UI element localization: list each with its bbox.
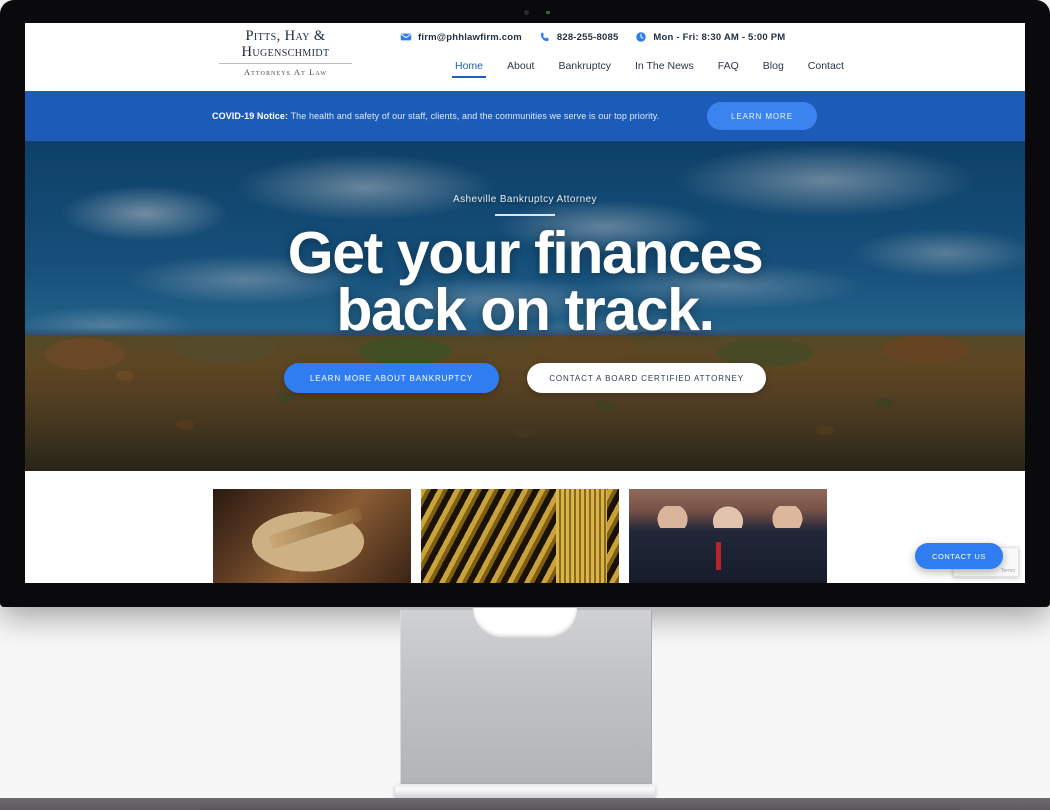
hero-headline: Get your finances back on track.	[287, 220, 764, 343]
monitor-stand-notch	[473, 608, 577, 638]
nav-item-home[interactable]: Home	[451, 60, 487, 78]
hero-contact-attorney-button[interactable]: CONTACT A BOARD CERTIFIED ATTORNEY	[527, 363, 767, 393]
logo-tagline: Attorneys At Law	[243, 67, 328, 77]
nav-item-about[interactable]: About	[507, 60, 534, 78]
site-header: Pitts, Hay & Hugenschmidt Attorneys At L…	[25, 23, 1025, 91]
hours-item: Mon - Fri: 8:30 AM - 5:00 PM	[635, 31, 785, 43]
hero-learn-more-bankruptcy-button[interactable]: LEARN MORE ABOUT BANKRUPTCY	[283, 363, 500, 393]
covid-notice-message: The health and safety of our staff, clie…	[288, 111, 660, 121]
envelope-icon	[400, 31, 412, 43]
recaptcha-terms-link[interactable]: Terms	[1001, 568, 1015, 574]
nav-item-in-the-news[interactable]: In The News	[635, 60, 694, 78]
logo-line-2: Hugenschmidt	[241, 44, 330, 60]
hero-content: Asheville Bankruptcy Attorney Get your f…	[25, 141, 1025, 471]
contact-bar: firm@phhlawfirm.com 828-255-8085 Mon - F…	[400, 31, 785, 43]
feature-cards-row	[213, 489, 827, 583]
email-text: firm@phhlawfirm.com	[418, 31, 522, 43]
webcam-icon	[524, 10, 529, 15]
site-logo[interactable]: Pitts, Hay & Hugenschmidt Attorneys At L…	[213, 29, 358, 77]
contact-us-floating-button[interactable]: CONTACT US	[914, 543, 1003, 569]
card-team-photo[interactable]	[629, 489, 827, 583]
power-led-icon	[546, 11, 550, 14]
covid-notice-banner: COVID-19 Notice: The health and safety o…	[25, 91, 1025, 141]
phone-link[interactable]: 828-255-8085	[539, 31, 619, 43]
hero-headline-line-2: back on track.	[336, 277, 715, 343]
phone-icon	[539, 31, 551, 43]
screenshot-stage: Pitts, Hay & Hugenschmidt Attorneys At L…	[0, 0, 1050, 810]
main-navigation: Home About Bankruptcy In The News FAQ Bl…	[451, 60, 844, 78]
browser-viewport: Pitts, Hay & Hugenschmidt Attorneys At L…	[25, 23, 1025, 583]
desk-surface-highlight	[200, 798, 960, 810]
logo-divider	[219, 63, 352, 64]
nav-item-faq[interactable]: FAQ	[718, 60, 739, 78]
card-columns-photo[interactable]	[421, 489, 619, 583]
nav-item-blog[interactable]: Blog	[763, 60, 784, 78]
hero-cta-group: LEARN MORE ABOUT BANKRUPTCY CONTACT A BO…	[283, 363, 767, 393]
clock-icon	[635, 31, 647, 43]
card-gavel-photo[interactable]	[213, 489, 411, 583]
email-link[interactable]: firm@phhlawfirm.com	[400, 31, 522, 43]
covid-learn-more-button[interactable]: LEARN MORE	[707, 102, 817, 130]
nav-item-contact[interactable]: Contact	[808, 60, 844, 78]
covid-notice-text: COVID-19 Notice: The health and safety o…	[212, 111, 659, 121]
covid-notice-label: COVID-19 Notice:	[212, 111, 289, 121]
logo-line-1: Pitts, Hay &	[245, 28, 326, 44]
feature-cards-section	[25, 471, 1025, 583]
hero-section: Asheville Bankruptcy Attorney Get your f…	[25, 141, 1025, 471]
hero-headline-line-1: Get your finances	[287, 220, 764, 286]
hours-text: Mon - Fri: 8:30 AM - 5:00 PM	[653, 31, 786, 43]
imac-monitor: Pitts, Hay & Hugenschmidt Attorneys At L…	[0, 0, 1050, 607]
nav-item-bankruptcy[interactable]: Bankruptcy	[558, 60, 611, 78]
hero-eyebrow: Asheville Bankruptcy Attorney	[453, 194, 597, 205]
hero-divider	[495, 214, 555, 216]
monitor-stand-base	[395, 784, 655, 798]
phone-text: 828-255-8085	[556, 31, 619, 43]
